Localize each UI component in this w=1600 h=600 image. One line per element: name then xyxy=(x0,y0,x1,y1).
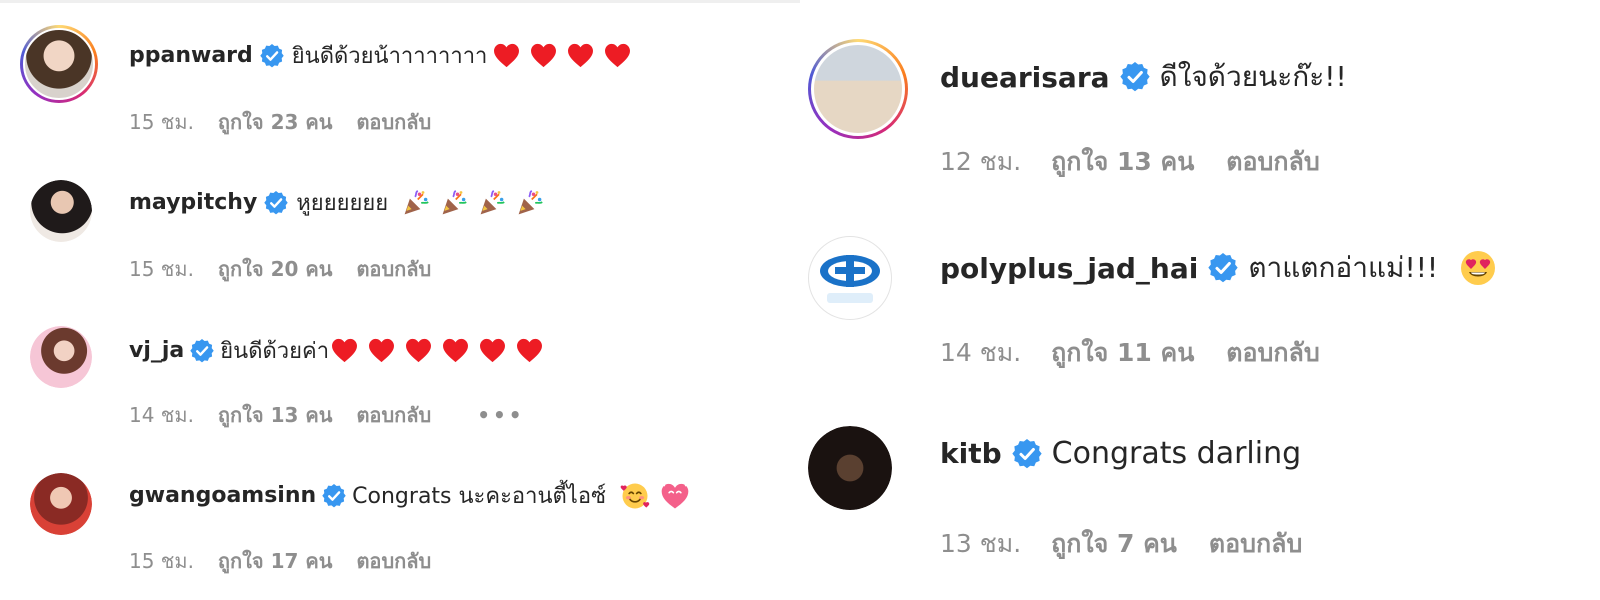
comment-emojis xyxy=(493,43,631,68)
likes-count[interactable]: ถูกใจ 7 คน xyxy=(1051,524,1177,564)
heart-eyes-pink-icon xyxy=(660,481,690,511)
comment-text: Congrats นะคะอานตี้ไอซ์ xyxy=(352,484,606,509)
username[interactable]: polyplus_jad_hai xyxy=(940,252,1198,285)
comment-time: 14 ชม. xyxy=(129,403,194,427)
party-popper-icon xyxy=(516,189,544,217)
reply-button[interactable]: ตอบกลับ xyxy=(1226,333,1319,373)
heart-icon xyxy=(442,338,469,363)
divider xyxy=(0,0,800,3)
heart-icon xyxy=(567,43,594,68)
comment-time: 15 ชม. xyxy=(129,549,194,573)
comment-text: Congrats darling xyxy=(1051,436,1302,471)
comment-text: ยินดีด้วยค่า xyxy=(220,339,330,364)
comment-emojis xyxy=(1460,250,1496,286)
likes-count[interactable]: ถูกใจ 17 คน xyxy=(218,545,333,577)
reply-button[interactable]: ตอบกลับ xyxy=(356,253,431,285)
likes-count[interactable]: ถูกใจ 23 คน xyxy=(218,106,333,138)
heart-icon xyxy=(493,43,520,68)
avatar-polyplus[interactable] xyxy=(808,236,892,320)
reply-button[interactable]: ตอบกลับ xyxy=(356,399,431,431)
username[interactable]: duearisara xyxy=(940,61,1110,94)
verified-badge-icon xyxy=(260,44,284,68)
username[interactable]: kitb xyxy=(940,437,1002,470)
verified-badge-icon xyxy=(1012,439,1042,469)
likes-count[interactable]: ถูกใจ 13 คน xyxy=(218,399,333,431)
likes-count[interactable]: ถูกใจ 11 คน xyxy=(1051,333,1194,373)
username[interactable]: gwangoamsinn xyxy=(129,483,316,508)
likes-count[interactable]: ถูกใจ 20 คน xyxy=(218,253,333,285)
heart-icon xyxy=(530,43,557,68)
heart-eyes-icon xyxy=(1460,250,1496,286)
verified-badge-icon xyxy=(190,339,214,363)
heart-icon xyxy=(604,43,631,68)
verified-badge-icon xyxy=(322,484,346,508)
heart-icon xyxy=(405,338,432,363)
avatar-kitb[interactable] xyxy=(808,426,892,510)
heart-icon xyxy=(368,338,395,363)
polyplus-logo-icon xyxy=(820,255,880,303)
username[interactable]: ppanward xyxy=(129,43,253,68)
reply-button[interactable]: ตอบกลับ xyxy=(356,106,431,138)
party-popper-icon xyxy=(440,189,468,217)
smiling-face-with-hearts-icon xyxy=(620,481,650,511)
verified-badge-icon xyxy=(264,191,288,215)
comment-emojis xyxy=(620,481,690,511)
party-popper-icon xyxy=(402,189,430,217)
heart-icon xyxy=(479,338,506,363)
reply-button[interactable]: ตอบกลับ xyxy=(356,545,431,577)
comment-text: ตาแตกอ่าแม่!!! xyxy=(1248,251,1439,284)
comment-text: ดีใจด้วยนะก๊ะ!! xyxy=(1159,60,1347,93)
comment-emojis xyxy=(402,189,544,217)
reply-button[interactable]: ตอบกลับ xyxy=(1226,142,1319,182)
likes-count[interactable]: ถูกใจ 13 คน xyxy=(1051,142,1194,182)
party-popper-icon xyxy=(478,189,506,217)
verified-badge-icon xyxy=(1120,62,1150,92)
avatar-vj_ja[interactable] xyxy=(30,326,92,388)
avatar-gwangoamsinn[interactable] xyxy=(30,473,92,535)
comment-time: 12 ชม. xyxy=(940,147,1022,176)
comment-time: 14 ชม. xyxy=(940,338,1022,367)
avatar-ppanward[interactable] xyxy=(20,25,98,103)
comment-text: หูยยยยยย xyxy=(296,191,389,216)
verified-badge-icon xyxy=(1208,253,1238,283)
avatar-maypitchy[interactable] xyxy=(30,180,92,242)
right-comments-panel: duearisara ดีใจด้วยนะก๊ะ!! 12 ชม. ถูกใจ … xyxy=(808,0,1600,600)
comment-emojis xyxy=(331,338,543,363)
username[interactable]: vj_ja xyxy=(129,338,184,363)
avatar-duearisara[interactable] xyxy=(808,39,908,139)
heart-icon xyxy=(331,338,358,363)
heart-icon xyxy=(516,338,543,363)
comment-text: ยินดีด้วยน้าาาาาาาา xyxy=(291,44,488,69)
comment-time: 15 ชม. xyxy=(129,257,194,281)
comment-time: 15 ชม. xyxy=(129,110,194,134)
comment-time: 13 ชม. xyxy=(940,529,1022,558)
username[interactable]: maypitchy xyxy=(129,190,257,215)
left-comments-panel: ppanward ยินดีด้วยน้าาาาาาาา 15 ชม. ถูกใ… xyxy=(0,0,800,600)
more-options-icon[interactable]: ••• xyxy=(477,403,524,427)
reply-button[interactable]: ตอบกลับ xyxy=(1209,524,1302,564)
